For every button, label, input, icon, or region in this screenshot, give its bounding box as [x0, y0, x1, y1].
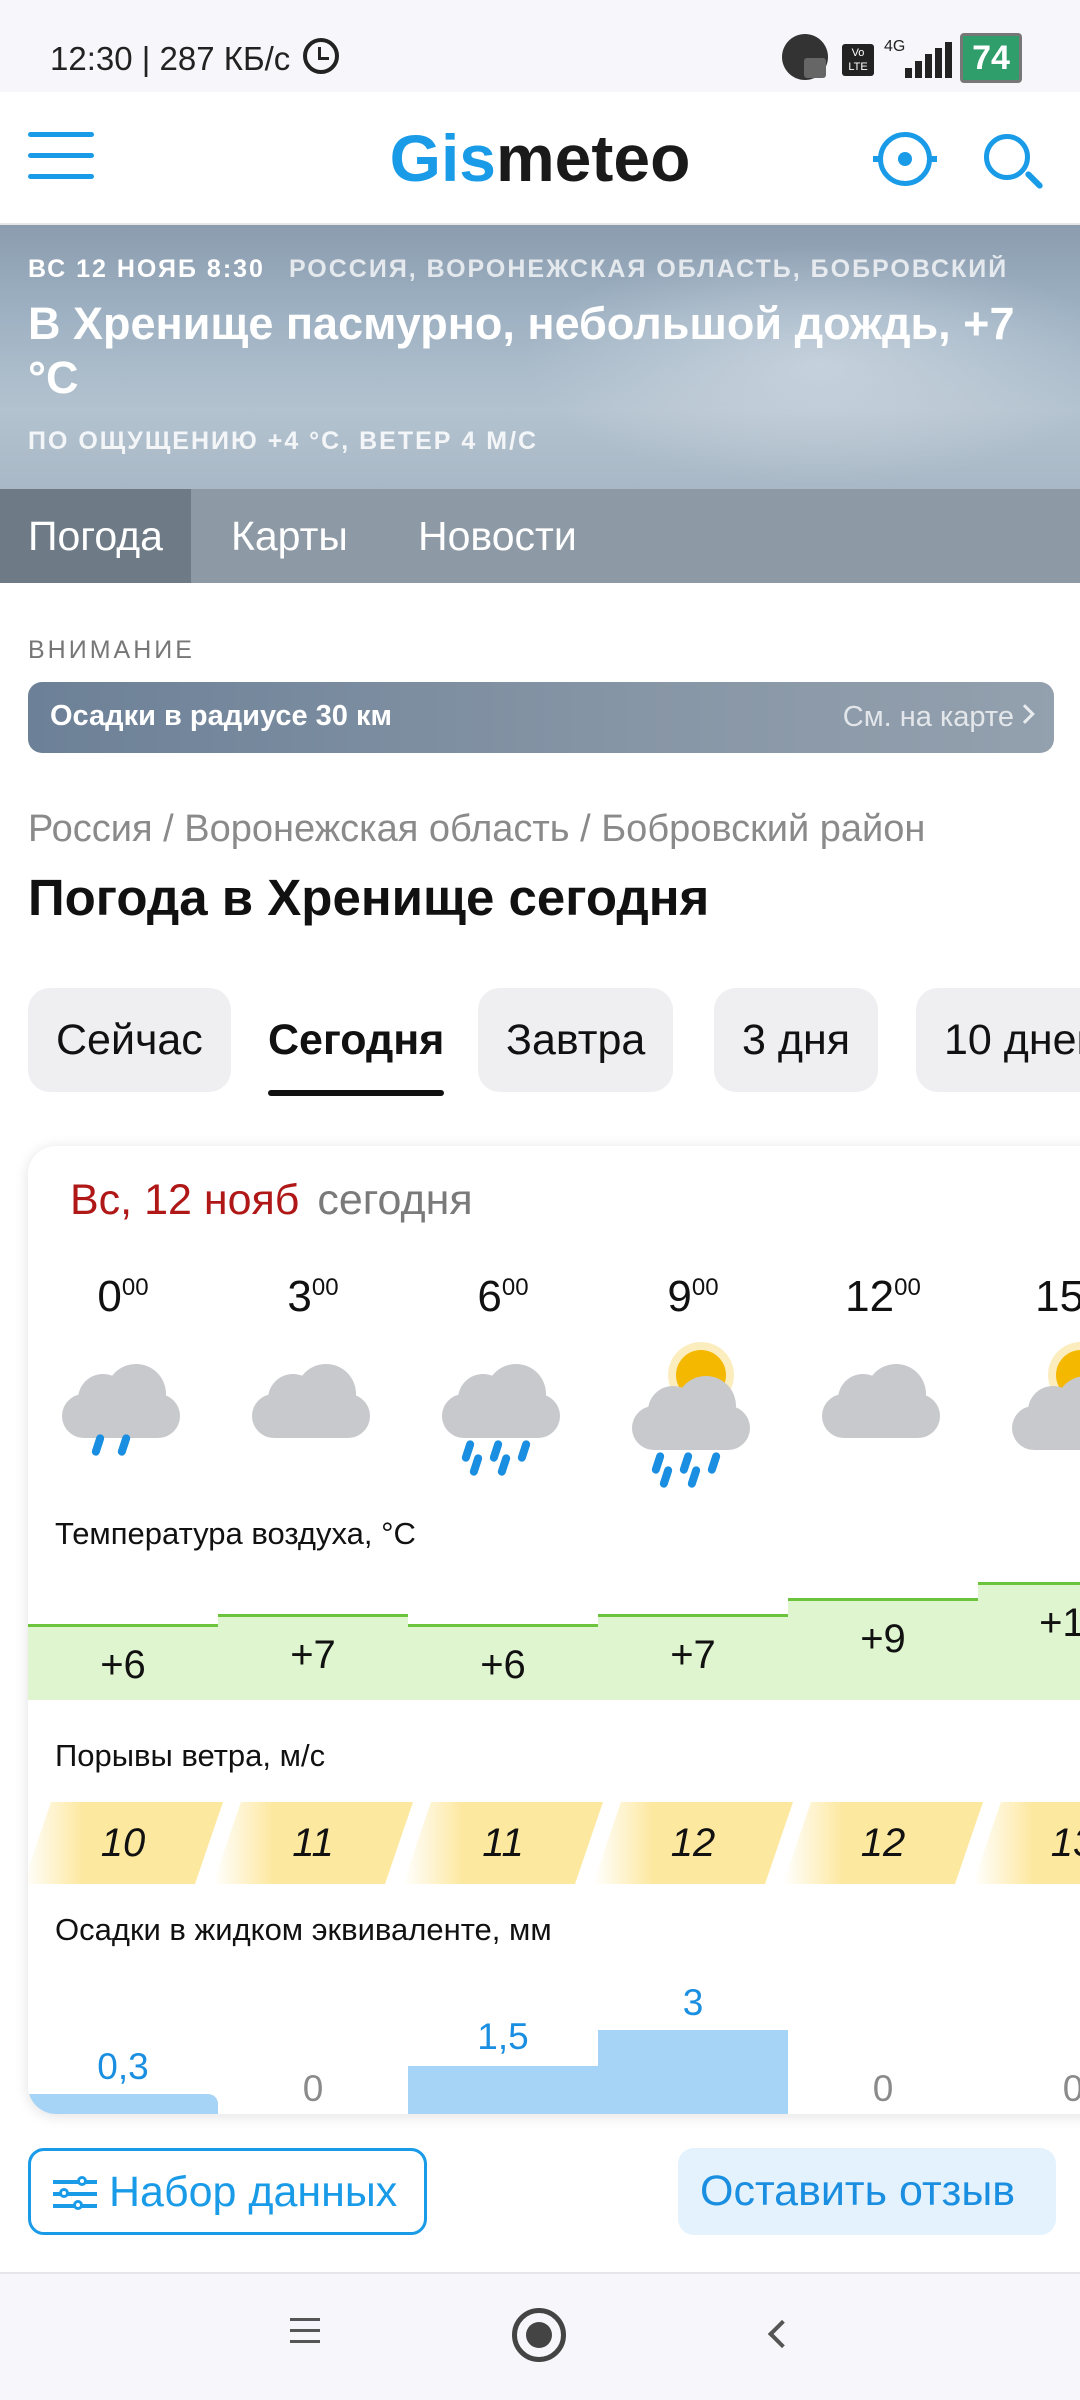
battery-icon: 74 [960, 33, 1022, 83]
tab-news[interactable]: Новости [390, 489, 605, 583]
precip-value: 0 [872, 2068, 894, 2109]
precipitation-warning[interactable]: Осадки в радиусе 30 км См. на карте [28, 682, 1054, 753]
gust-cell: 12 [593, 1802, 793, 1884]
temp-cell: +7 [598, 1614, 788, 1700]
period-tab-10-days[interactable]: 10 дней [916, 988, 1080, 1092]
precip-value: 0,3 [97, 2046, 149, 2087]
tab-maps[interactable]: Карты [203, 489, 376, 583]
main-tabs: Погода Карты Новости [0, 489, 1080, 583]
hero-meta: ВС 12 НОЯБ 8:30 РОССИЯ, ВОРОНЕЖСКАЯ ОБЛАС… [28, 255, 1080, 284]
temp-cell: +6 [28, 1624, 218, 1700]
breadcrumb[interactable]: Россия / Воронежская область / Бобровски… [28, 808, 925, 851]
hour-label: 1200 [845, 1272, 921, 1321]
precip-bar [408, 2066, 598, 2114]
cloud-icon [788, 1342, 978, 1472]
recent-apps-icon[interactable] [290, 2318, 320, 2344]
vpn-globe-icon [782, 34, 828, 80]
precip-value: 3 [682, 1982, 704, 2023]
precip-value: 0 [1062, 2068, 1080, 2109]
hour-label: 300 [287, 1272, 339, 1321]
status-bar: 12:30 | 287 КБ/с Vo LTE 4G 74 [0, 0, 1080, 92]
dataset-button[interactable]: Набор данных [28, 2148, 427, 2235]
sun-cloud-rain-icon [598, 1342, 788, 1489]
precip-bar [598, 2030, 788, 2114]
gust-cell: 13 [973, 1802, 1080, 1884]
current-weather-hero: ВС 12 НОЯБ 8:30 РОССИЯ, ВОРОНЕЖСКАЯ ОБЛАС… [0, 225, 1080, 489]
hero-datetime: ВС 12 НОЯБ 8:30 [28, 255, 265, 283]
wind-gust-label: Порывы ветра, м/с [55, 1738, 326, 1773]
network-type: 4G [884, 38, 906, 55]
gust-cell: 12 [783, 1802, 983, 1884]
sun-cloud-icon [978, 1342, 1080, 1472]
period-tab-today[interactable]: Сегодня [240, 988, 472, 1096]
hero-title: В Хренище пасмурно, небольшой дождь, +7 … [28, 298, 1015, 403]
temp-cell: +9 [788, 1598, 978, 1700]
dataset-button-label: Набор данных [109, 2168, 398, 2216]
gust-cell: 11 [213, 1802, 413, 1884]
feedback-button[interactable]: Оставить отзыв [678, 2148, 1056, 2235]
home-icon[interactable] [512, 2308, 566, 2362]
cloud-icon [218, 1342, 408, 1472]
signal-icon [905, 42, 953, 78]
back-icon[interactable] [767, 2319, 797, 2349]
forecast-date: Вс, 12 нояб сегодня [70, 1176, 473, 1224]
volte-icon: Vo LTE [842, 44, 874, 76]
hero-feels-like: ПО ОЩУЩЕНИЮ +4 °C, ВЕТЕР 4 М/С [28, 427, 539, 455]
precip-bar [28, 2094, 218, 2114]
system-nav-bar [0, 2272, 1080, 2400]
status-time: 12:30 | 287 КБ/с [50, 40, 291, 77]
hero-location: РОССИЯ, ВОРОНЕЖСКАЯ ОБЛАСТЬ, БОБРОВСКИЙ [288, 255, 1009, 283]
hour-label: 900 [667, 1272, 719, 1321]
tab-weather[interactable]: Погода [0, 489, 191, 583]
warning-message: Осадки в радиусе 30 км [50, 700, 392, 732]
sliders-icon [53, 2176, 97, 2211]
period-tab-tomorrow[interactable]: Завтра [478, 988, 674, 1092]
temp-cell: +6 [408, 1624, 598, 1700]
forecast-card: Вс, 12 нояб сегодня 000 300 600 900 1200… [28, 1146, 1080, 2114]
period-tab-3-days[interactable]: 3 дня [714, 988, 878, 1092]
cloud-rain-icon [28, 1342, 218, 1472]
page-title: Погода в Хренище сегодня [28, 869, 710, 926]
cloud-heavy-rain-icon [408, 1342, 598, 1477]
temp-cell: +7 [218, 1614, 408, 1700]
precip-value: 0 [302, 2068, 324, 2109]
feedback-button-label: Оставить отзыв [700, 2167, 1016, 2215]
warning-label: ВНИМАНИЕ [28, 636, 195, 664]
period-tab-now[interactable]: Сейчас [28, 988, 231, 1092]
precipitation-label: Осадки в жидком эквиваленте, мм [55, 1912, 552, 1947]
temp-cell: +10 [978, 1582, 1080, 1700]
locate-icon[interactable] [873, 132, 937, 186]
chevron-right-icon [1015, 704, 1035, 724]
search-icon[interactable] [984, 134, 1030, 180]
hour-label: 000 [97, 1272, 149, 1321]
see-on-map-link[interactable]: См. на карте [843, 701, 1014, 734]
hour-label: 600 [477, 1272, 529, 1321]
app-header: Gismeteo [0, 92, 1080, 225]
temperature-label: Температура воздуха, °C [55, 1516, 416, 1551]
hour-label: 1500 [1035, 1272, 1080, 1321]
alarm-icon [303, 38, 339, 74]
gust-cell: 10 [28, 1802, 223, 1884]
gust-cell: 11 [403, 1802, 603, 1884]
precip-value: 1,5 [477, 2016, 529, 2057]
